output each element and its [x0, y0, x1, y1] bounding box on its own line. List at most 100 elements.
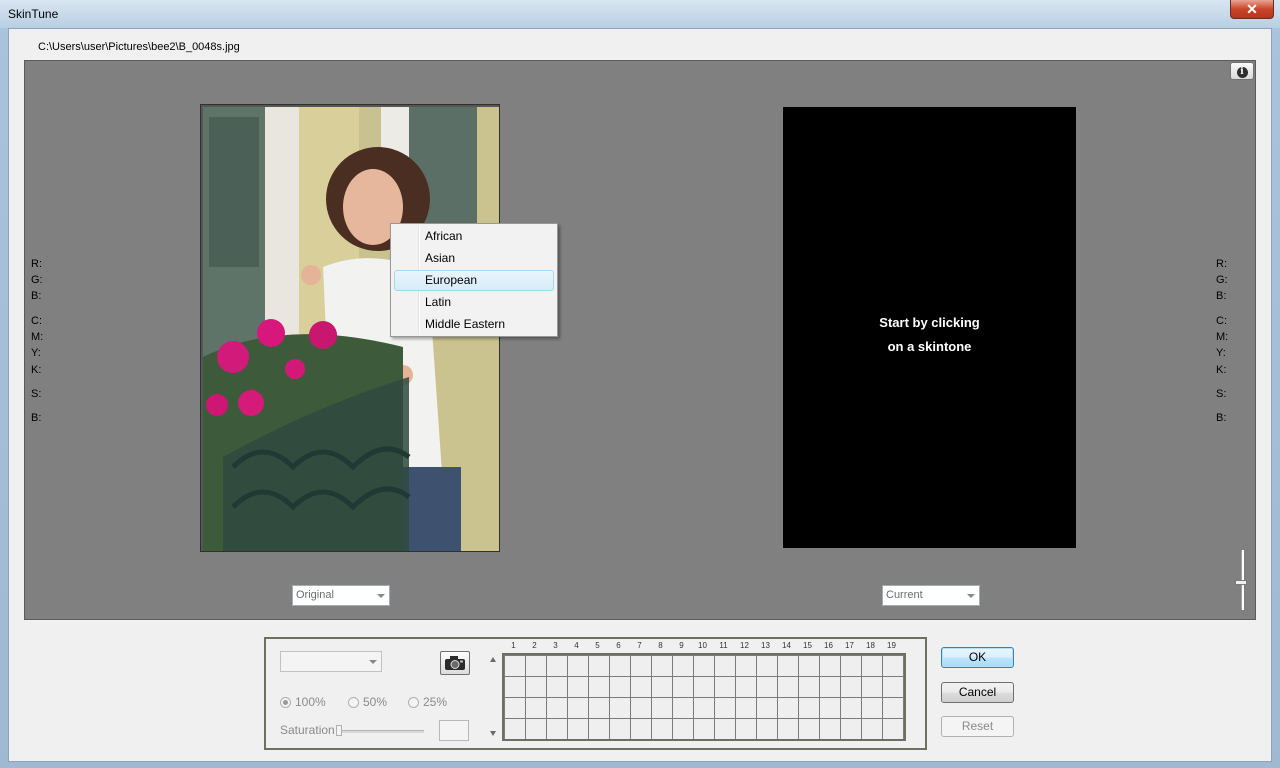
current-view-select[interactable]: Current — [882, 585, 980, 606]
swatch-cell[interactable] — [505, 698, 525, 718]
swatch-cell[interactable] — [589, 719, 609, 739]
swatch-cell[interactable] — [799, 698, 819, 718]
swatch-cell[interactable] — [841, 677, 861, 697]
swatch-cell[interactable] — [547, 656, 567, 676]
swatch-cell[interactable] — [589, 656, 609, 676]
menu-item-european[interactable]: European — [394, 270, 554, 291]
swatch-cell[interactable] — [694, 719, 714, 739]
swatch-cell[interactable] — [757, 677, 777, 697]
swatch-cell[interactable] — [778, 656, 798, 676]
swatch-cell[interactable] — [883, 719, 903, 739]
scroll-up-icon[interactable] — [490, 657, 496, 662]
swatch-cell[interactable] — [778, 677, 798, 697]
radio-100[interactable]: 100% — [280, 695, 326, 709]
swatch-cell[interactable] — [862, 719, 882, 739]
swatch-cell[interactable] — [652, 656, 672, 676]
swatch-cell[interactable] — [820, 656, 840, 676]
swatch-cell[interactable] — [673, 698, 693, 718]
swatch-cell[interactable] — [778, 698, 798, 718]
swatch-cell[interactable] — [631, 677, 651, 697]
swatch-cell[interactable] — [694, 698, 714, 718]
swatch-cell[interactable] — [862, 698, 882, 718]
swatch-cell[interactable] — [715, 719, 735, 739]
swatch-cell[interactable] — [841, 698, 861, 718]
ok-button[interactable]: OK — [941, 647, 1014, 668]
swatch-cell[interactable] — [589, 698, 609, 718]
swatch-cell[interactable] — [757, 656, 777, 676]
swatch-cell[interactable] — [568, 719, 588, 739]
swatch-cell[interactable] — [883, 677, 903, 697]
swatch-cell[interactable] — [547, 719, 567, 739]
swatch-cell[interactable] — [568, 656, 588, 676]
scroll-down-icon[interactable] — [490, 731, 496, 736]
swatch-grid[interactable] — [502, 653, 906, 741]
swatch-cell[interactable] — [757, 719, 777, 739]
swatch-cell[interactable] — [841, 656, 861, 676]
swatch-cell[interactable] — [862, 656, 882, 676]
swatch-cell[interactable] — [589, 677, 609, 697]
radio-25[interactable]: 25% — [408, 695, 447, 709]
swatch-cell[interactable] — [652, 719, 672, 739]
swatch-cell[interactable] — [736, 719, 756, 739]
swatch-cell[interactable] — [736, 698, 756, 718]
swatch-cell[interactable] — [505, 719, 525, 739]
title-bar[interactable]: SkinTune ✕ — [0, 0, 1280, 28]
swatch-cell[interactable] — [736, 677, 756, 697]
swatch-cell[interactable] — [505, 656, 525, 676]
swatch-cell[interactable] — [673, 656, 693, 676]
swatch-cell[interactable] — [883, 698, 903, 718]
saturation-value-box[interactable] — [439, 720, 469, 741]
close-button[interactable]: ✕ — [1230, 0, 1274, 19]
swatch-cell[interactable] — [568, 677, 588, 697]
camera-button[interactable] — [440, 651, 470, 675]
swatch-cell[interactable] — [799, 656, 819, 676]
swatch-cell[interactable] — [778, 719, 798, 739]
swatch-cell[interactable] — [610, 698, 630, 718]
swatch-cell[interactable] — [568, 698, 588, 718]
swatch-cell[interactable] — [715, 698, 735, 718]
swatch-cell[interactable] — [652, 698, 672, 718]
swatch-cell[interactable] — [841, 719, 861, 739]
swatch-cell[interactable] — [673, 677, 693, 697]
saturation-slider-track[interactable] — [336, 730, 424, 733]
swatch-cell[interactable] — [610, 677, 630, 697]
zoom-slider-thumb[interactable] — [1235, 580, 1247, 585]
swatch-cell[interactable] — [610, 719, 630, 739]
saturation-slider-thumb[interactable] — [336, 725, 342, 736]
swatch-cell[interactable] — [526, 656, 546, 676]
profile-select[interactable] — [280, 651, 382, 672]
swatch-cell[interactable] — [862, 677, 882, 697]
menu-item-middle-eastern[interactable]: Middle Eastern — [394, 314, 554, 335]
swatch-cell[interactable] — [673, 719, 693, 739]
swatch-cell[interactable] — [526, 719, 546, 739]
swatch-cell[interactable] — [526, 677, 546, 697]
swatch-cell[interactable] — [505, 677, 525, 697]
swatch-cell[interactable] — [820, 677, 840, 697]
swatch-cell[interactable] — [757, 698, 777, 718]
menu-item-asian[interactable]: Asian — [394, 248, 554, 269]
swatch-cell[interactable] — [610, 656, 630, 676]
swatch-cell[interactable] — [694, 656, 714, 676]
cancel-button[interactable]: Cancel — [941, 682, 1014, 703]
swatch-cell[interactable] — [694, 677, 714, 697]
swatch-cell[interactable] — [631, 698, 651, 718]
swatch-cell[interactable] — [631, 719, 651, 739]
swatch-cell[interactable] — [820, 719, 840, 739]
swatch-cell[interactable] — [547, 677, 567, 697]
swatch-cell[interactable] — [820, 698, 840, 718]
current-preview[interactable]: Start by clicking on a skintone — [783, 107, 1076, 548]
swatch-scrollbar[interactable] — [486, 653, 500, 741]
swatch-cell[interactable] — [547, 698, 567, 718]
swatch-cell[interactable] — [526, 698, 546, 718]
swatch-cell[interactable] — [799, 719, 819, 739]
swatch-cell[interactable] — [715, 677, 735, 697]
menu-item-african[interactable]: African — [394, 226, 554, 247]
swatch-cell[interactable] — [799, 677, 819, 697]
reset-button[interactable]: Reset — [941, 716, 1014, 737]
menu-item-latin[interactable]: Latin — [394, 292, 554, 313]
radio-50[interactable]: 50% — [348, 695, 387, 709]
original-view-select[interactable]: Original — [292, 585, 390, 606]
swatch-cell[interactable] — [631, 656, 651, 676]
swatch-cell[interactable] — [736, 656, 756, 676]
swatch-cell[interactable] — [652, 677, 672, 697]
